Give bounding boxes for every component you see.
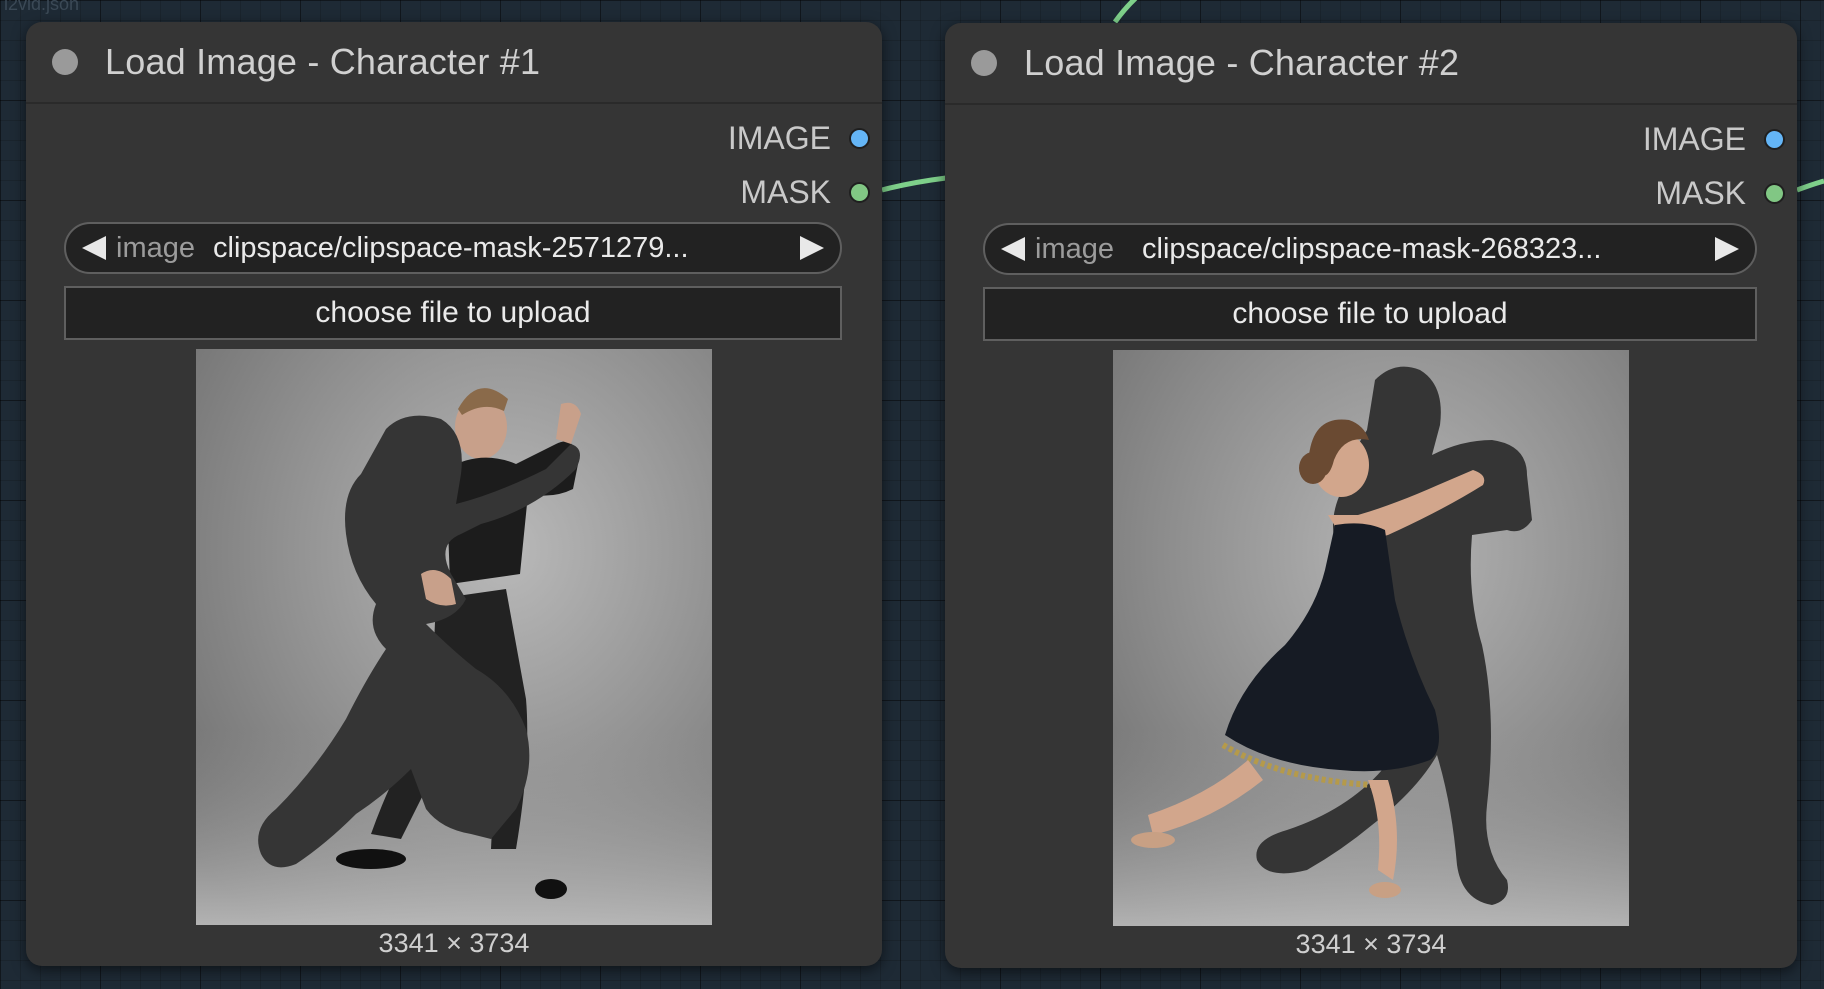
node-outputs: IMAGE MASK <box>945 105 1797 223</box>
output-mask-label: MASK <box>1655 175 1746 211</box>
mask-link-wire-1[interactable] <box>881 175 947 193</box>
output-mask: MASK <box>1655 175 1785 212</box>
dancer-photo-male-icon <box>196 349 712 925</box>
combo-name: image <box>116 231 195 264</box>
link-wire-top[interactable] <box>1112 0 1145 24</box>
image-preview[interactable] <box>196 349 712 925</box>
arrow-right-icon[interactable] <box>1715 237 1739 261</box>
node-title: Load Image - Character #1 <box>105 41 541 82</box>
output-image-label: IMAGE <box>727 120 831 156</box>
node-title: Load Image - Character #2 <box>1024 42 1460 83</box>
output-image-slot[interactable] <box>849 128 870 149</box>
arrow-left-icon[interactable] <box>82 236 106 260</box>
node-header[interactable]: Load Image - Character #1 <box>26 22 882 104</box>
load-image-node-2[interactable]: Load Image - Character #2 IMAGE MASK ima… <box>945 23 1797 968</box>
upload-button[interactable]: choose file to upload <box>983 287 1757 341</box>
output-image: IMAGE <box>728 120 870 157</box>
output-mask: MASK <box>740 174 870 211</box>
image-dimensions: 3341 × 3734 <box>378 928 530 958</box>
image-preview[interactable] <box>1113 350 1629 926</box>
node-outputs: IMAGE MASK <box>26 104 882 222</box>
image-combo-widget[interactable]: image clipspace/clipspace-mask-2571279..… <box>64 222 842 274</box>
node-status-dot[interactable] <box>971 50 997 76</box>
output-mask-slot[interactable] <box>1764 183 1785 204</box>
image-dimensions: 3341 × 3734 <box>1295 929 1447 959</box>
mask-link-wire-2[interactable] <box>1796 178 1824 193</box>
image-combo-widget[interactable]: image clipspace/clipspace-mask-268323... <box>983 223 1757 275</box>
upload-button[interactable]: choose file to upload <box>64 286 842 340</box>
output-mask-slot[interactable] <box>849 182 870 203</box>
combo-name: image <box>1035 232 1114 265</box>
combo-value[interactable]: clipspace/clipspace-mask-268323... <box>1142 233 1601 266</box>
output-image-slot[interactable] <box>1764 129 1785 150</box>
load-image-node-1[interactable]: Load Image - Character #1 IMAGE MASK ima… <box>26 22 882 966</box>
output-mask-label: MASK <box>740 174 831 210</box>
arrow-right-icon[interactable] <box>800 236 824 260</box>
output-image-label: IMAGE <box>1642 121 1746 157</box>
dancer-photo-female-icon <box>1113 350 1629 926</box>
node-status-dot[interactable] <box>52 49 78 75</box>
combo-value[interactable]: clipspace/clipspace-mask-2571279... <box>213 232 689 265</box>
output-image: IMAGE <box>1643 121 1785 158</box>
node-header[interactable]: Load Image - Character #2 <box>945 23 1797 105</box>
arrow-left-icon[interactable] <box>1001 237 1025 261</box>
